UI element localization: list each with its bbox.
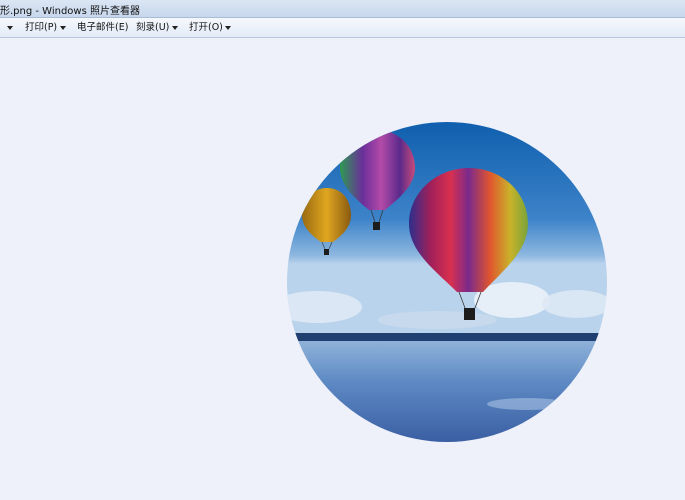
command-bar: 打印(P) 电子邮件(E) 刻录(U) 打开(O) [0, 18, 685, 38]
chevron-down-icon[interactable] [225, 26, 231, 30]
title-bar: 形.png - Windows 照片查看器 [0, 0, 685, 18]
menu-burn[interactable]: 刻录(U) [136, 21, 169, 35]
window-title: 形.png - Windows 照片查看器 [0, 6, 140, 17]
menu-email[interactable]: 电子邮件(E) [77, 21, 128, 35]
menu-open[interactable]: 打开(O) [189, 21, 223, 35]
chevron-down-icon[interactable] [60, 26, 66, 30]
displayed-photo[interactable] [287, 122, 607, 442]
menu-print[interactable]: 打印(P) [25, 21, 57, 35]
chevron-down-icon[interactable] [172, 26, 178, 30]
chevron-down-icon[interactable] [7, 26, 13, 30]
